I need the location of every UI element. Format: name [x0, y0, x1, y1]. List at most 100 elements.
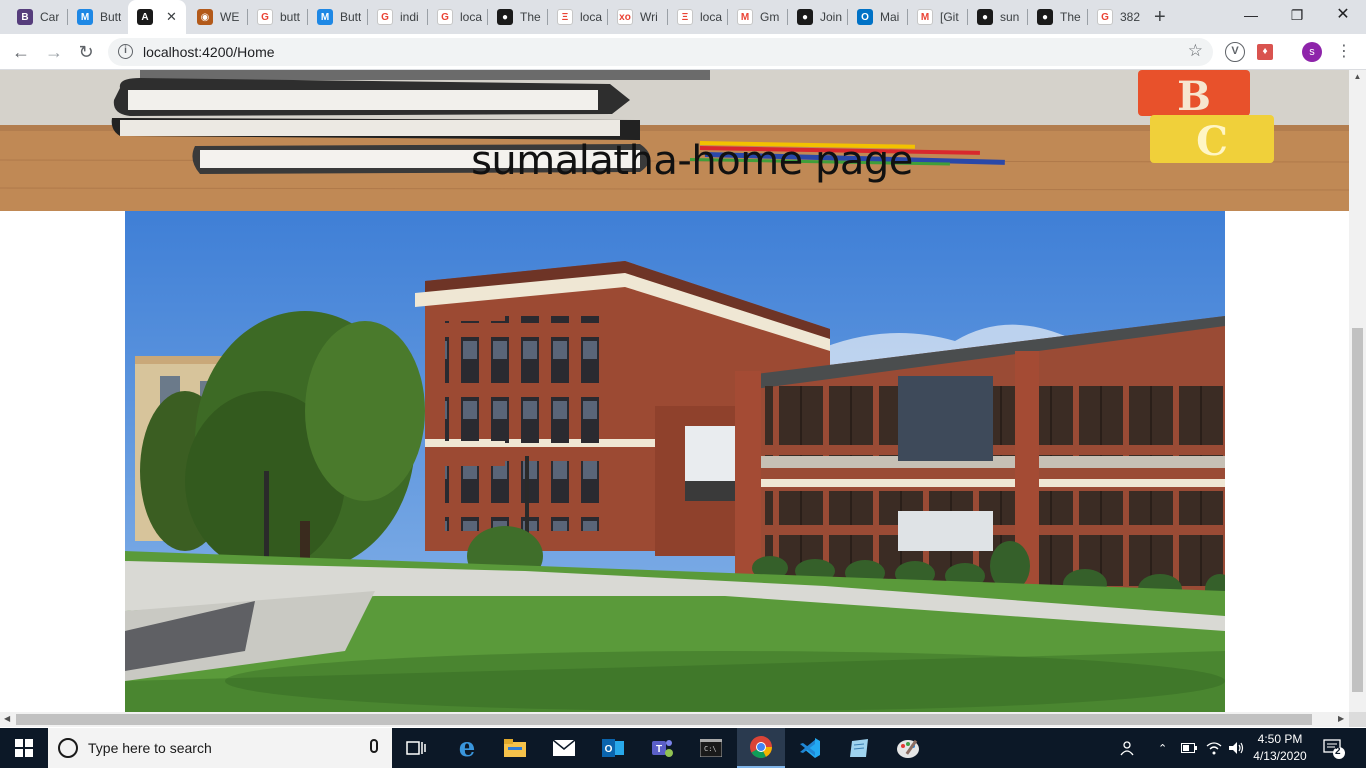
localhost-icon: Ξ	[557, 9, 573, 25]
tab-title: The	[1060, 10, 1081, 24]
browser-tab[interactable]: ● Join	[788, 6, 846, 28]
mail-icon[interactable]	[540, 728, 588, 768]
address-url[interactable]: localhost:4200/Home	[143, 44, 275, 60]
mui-icon: M	[317, 9, 333, 25]
start-button[interactable]	[0, 728, 48, 768]
minimize-button[interactable]: —	[1228, 5, 1274, 25]
volume-icon[interactable]	[1228, 728, 1244, 768]
angular-icon: A	[137, 9, 153, 25]
tab-title: Butt	[340, 10, 362, 24]
tab-title: sun	[1000, 10, 1020, 24]
bookmark-star-icon[interactable]: ☆	[1188, 41, 1203, 61]
browser-tab[interactable]: Gloca	[428, 6, 486, 28]
site-info-icon[interactable]: i	[118, 44, 133, 59]
gmail-icon: M	[737, 9, 753, 25]
system-clock[interactable]: 4:50 PM 4/13/2020	[1248, 731, 1312, 765]
browser-tab[interactable]: A ✕	[128, 0, 186, 34]
vscode-icon[interactable]	[786, 728, 834, 768]
pdf-extension-icon[interactable]: ♦	[1257, 44, 1273, 60]
back-button[interactable]: ←	[10, 41, 32, 63]
file-explorer-icon[interactable]	[491, 728, 539, 768]
tab-title: butt	[280, 10, 301, 24]
browser-tab[interactable]: O Mai	[848, 6, 906, 28]
wifi-icon[interactable]	[1206, 728, 1222, 768]
github-icon: ●	[1037, 9, 1053, 25]
scrollbar-corner	[1349, 712, 1366, 727]
reload-button[interactable]: ↻	[75, 41, 97, 63]
browser-tab[interactable]: ● The	[488, 6, 546, 28]
browser-tab[interactable]: ● The	[1028, 6, 1086, 28]
school-building-illustration	[125, 211, 1225, 712]
tab-title: loca	[700, 10, 723, 24]
search-placeholder: Type here to search	[88, 740, 212, 756]
browser-toolbar: ← → ↻ i localhost:4200/Home ☆ V ♦ s ⋮	[0, 34, 1366, 70]
battery-icon[interactable]	[1181, 728, 1197, 768]
bootstrap-icon: B	[17, 9, 33, 25]
extension-v-icon[interactable]: V	[1225, 42, 1245, 62]
browser-tab[interactable]: M Butt	[308, 6, 366, 28]
menu-kebab-icon[interactable]: ⋮	[1333, 41, 1355, 63]
owl-icon: ◉	[197, 9, 213, 25]
outlook-icon[interactable]: O	[589, 728, 637, 768]
browser-tab[interactable]: M [Git	[908, 6, 966, 28]
horizontal-scrollbar[interactable]: ◀ ▶	[0, 712, 1349, 727]
svg-text:C:\: C:\	[704, 745, 717, 753]
command-prompt-icon[interactable]: C:\	[687, 728, 735, 768]
browser-tab[interactable]: xo Wri	[608, 6, 666, 28]
tab-title: [Git	[940, 10, 959, 24]
google-icon: G	[1097, 9, 1113, 25]
microphone-icon[interactable]	[370, 739, 378, 753]
xo-icon: xo	[617, 9, 633, 25]
notepad-icon[interactable]	[835, 728, 883, 768]
browser-tab[interactable]: Ξloca	[548, 6, 606, 28]
svg-text:O: O	[605, 744, 613, 755]
scroll-right-arrow[interactable]: ▶	[1338, 714, 1344, 723]
browser-tab[interactable]: ● sun	[968, 6, 1026, 28]
svg-text:T: T	[656, 744, 662, 755]
teams-icon[interactable]: T	[638, 728, 686, 768]
forward-button[interactable]: →	[43, 41, 65, 63]
horizontal-scroll-thumb[interactable]	[16, 714, 1312, 725]
github-icon: ●	[497, 9, 513, 25]
mui-icon: M	[77, 9, 93, 25]
browser-tab[interactable]: M Gm	[728, 6, 786, 28]
action-center-icon[interactable]: 2	[1322, 736, 1346, 760]
tab-title: Butt	[100, 10, 122, 24]
taskbar-search-box[interactable]: Type here to search	[48, 728, 392, 768]
browser-tab[interactable]: M Butt	[68, 6, 126, 28]
tab-title: Wri	[640, 10, 658, 24]
new-tab-button[interactable]: +	[1154, 6, 1166, 28]
browser-tab[interactable]: ◉ WE	[188, 6, 246, 28]
restore-button[interactable]: ❐	[1274, 5, 1320, 25]
clock-time: 4:50 PM	[1257, 732, 1303, 746]
show-hidden-icons-chevron-icon[interactable]: ⌃	[1158, 728, 1167, 768]
edge-browser-icon[interactable]: e	[443, 728, 491, 768]
paint-icon[interactable]	[884, 728, 932, 768]
clock-date: 4/13/2020	[1253, 749, 1307, 763]
svg-text:B: B	[1177, 73, 1211, 120]
google-icon: G	[257, 9, 273, 25]
people-icon[interactable]	[1120, 728, 1136, 768]
tab-title: loca	[460, 10, 483, 24]
profile-avatar[interactable]: s	[1302, 42, 1322, 62]
scroll-up-arrow[interactable]: ▲	[1349, 72, 1366, 81]
vertical-scroll-thumb[interactable]	[1352, 328, 1363, 692]
browser-tab[interactable]: Gbutt	[248, 6, 306, 28]
browser-tab[interactable]: Ξloca	[668, 6, 726, 28]
scroll-left-arrow[interactable]: ◀	[4, 714, 10, 723]
close-window-button[interactable]: ✕	[1320, 5, 1366, 25]
task-view-icon[interactable]	[392, 728, 440, 768]
vertical-scrollbar[interactable]: ▲	[1349, 70, 1366, 712]
gmail-icon: M	[917, 9, 933, 25]
browser-tab[interactable]: G 382	[1088, 6, 1146, 28]
cortana-icon	[58, 738, 78, 758]
chrome-icon[interactable]	[737, 728, 785, 768]
windows-logo-icon	[15, 739, 33, 757]
tab-title: Mai	[880, 10, 900, 24]
browser-tab[interactable]: B Car	[8, 6, 66, 28]
browser-tab[interactable]: Gindi	[368, 6, 426, 28]
address-bar[interactable]: i localhost:4200/Home ☆	[108, 38, 1213, 66]
tab-title: Gm	[760, 10, 780, 24]
close-tab-icon[interactable]: ✕	[166, 9, 177, 25]
tab-strip: + — ❐ ✕ B Car M Butt A ✕ ◉ WE Gbutt M Butt Gindi Glo…	[0, 0, 1366, 34]
